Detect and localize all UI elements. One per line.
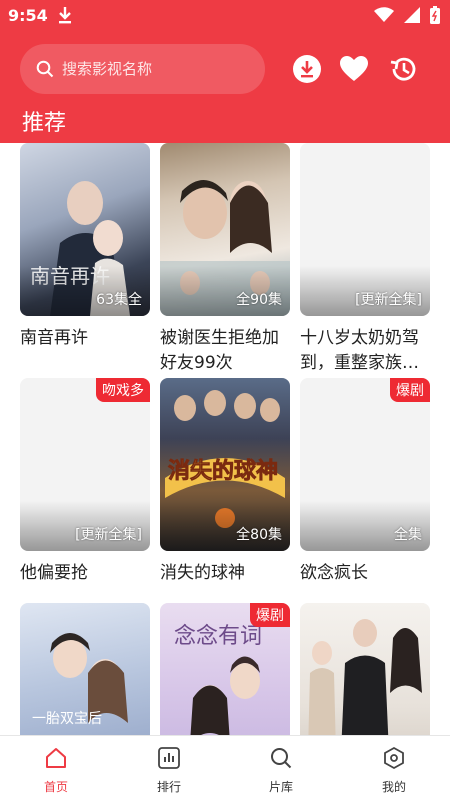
poster[interactable]: 吻戏多 [更新全集] <box>20 378 150 551</box>
episode-status: 63集全 <box>96 292 142 308</box>
battery-icon <box>430 6 440 28</box>
drama-card[interactable]: 吻戏多 [更新全集] 他偏要抢 <box>20 378 150 586</box>
search-icon <box>36 60 54 78</box>
search-bar[interactable] <box>20 44 265 94</box>
tag-badge: 爆剧 <box>390 378 430 402</box>
drama-card[interactable]: 念念有词 爆剧 <box>160 603 290 735</box>
nav-home-label: 首页 <box>43 780 68 794</box>
poster-art <box>308 619 422 735</box>
episode-status: [更新全集] <box>355 292 422 308</box>
nav-home[interactable]: 首页 <box>16 744 96 795</box>
drama-card[interactable]: 消失的球神 全80集 消失的球神 <box>160 378 290 586</box>
poster[interactable]: 一胎双宝后 <box>20 603 150 735</box>
wifi-icon <box>374 7 394 27</box>
episode-status: [更新全集] <box>75 527 142 543</box>
poster[interactable]: 消失的球神 全80集 <box>160 378 290 551</box>
poster[interactable]: 全90集 <box>160 143 290 316</box>
drama-card[interactable]: [更新全集] 十八岁太奶奶驾到，重整家族荣耀 <box>300 143 430 376</box>
poster[interactable]: 南音再许 63集全 <box>20 143 150 316</box>
ranking-icon <box>129 744 209 772</box>
tag-badge: 吻戏多 <box>96 378 150 402</box>
drama-card[interactable]: 全90集 被谢医生拒绝加好友99次 <box>160 143 290 376</box>
search-input[interactable] <box>60 59 254 79</box>
poster[interactable] <box>300 603 430 735</box>
drama-grid: 南音再许 63集全 南音再许 全90集 被谢医生拒绝加好友99次 <box>0 143 450 735</box>
history-icon <box>390 57 416 81</box>
svg-text:一胎双宝后: 一胎双宝后 <box>32 711 102 727</box>
episode-status: 全集 <box>394 527 422 543</box>
page-title: 推荐 <box>22 111 67 136</box>
svg-text:消失的球神: 消失的球神 <box>168 458 278 484</box>
download-icon <box>293 55 321 83</box>
poster[interactable]: 念念有词 爆剧 <box>160 603 290 735</box>
download-notification-icon <box>56 5 74 29</box>
home-icon <box>16 744 96 772</box>
signal-icon <box>404 7 420 27</box>
app-header: 推荐 <box>0 32 450 143</box>
profile-icon <box>354 744 434 772</box>
drama-card[interactable]: 爆剧 全集 欲念疯长 <box>300 378 430 586</box>
status-bar: 9:54 <box>0 0 450 32</box>
drama-title: 十八岁太奶奶驾到，重整家族荣耀 <box>300 328 419 373</box>
drama-card[interactable]: 南音再许 63集全 南音再许 <box>20 143 150 351</box>
history-button[interactable] <box>388 54 418 84</box>
drama-title: 南音再许 <box>20 328 88 348</box>
download-button[interactable] <box>292 54 322 84</box>
episode-status: 全90集 <box>236 292 282 308</box>
nav-library[interactable]: 片库 <box>241 744 321 795</box>
drama-title: 欲念疯长 <box>300 563 368 583</box>
favorites-button[interactable] <box>339 54 369 84</box>
nav-profile[interactable]: 我的 <box>354 744 434 795</box>
drama-card[interactable]: 一胎双宝后 <box>20 603 150 735</box>
svg-text:念念有词: 念念有词 <box>174 624 262 649</box>
episode-status: 全80集 <box>236 527 282 543</box>
drama-title: 消失的球神 <box>160 563 245 583</box>
status-time: 9:54 <box>8 6 48 25</box>
nav-library-label: 片库 <box>268 780 293 794</box>
search-icon <box>241 744 321 772</box>
nav-ranking-label: 排行 <box>156 780 181 794</box>
poster-art: 一胎双宝后 <box>32 633 128 727</box>
drama-card[interactable] <box>300 603 430 735</box>
drama-title: 他偏要抢 <box>20 563 88 583</box>
poster[interactable]: [更新全集] <box>300 143 430 316</box>
bottom-nav: 首页 排行 片库 我的 <box>0 735 450 801</box>
poster[interactable]: 爆剧 全集 <box>300 378 430 551</box>
nav-profile-label: 我的 <box>381 780 406 794</box>
nav-ranking[interactable]: 排行 <box>129 744 209 795</box>
drama-title: 被谢医生拒绝加好友99次 <box>160 328 279 373</box>
tag-badge: 爆剧 <box>250 603 290 627</box>
heart-icon <box>340 56 368 81</box>
